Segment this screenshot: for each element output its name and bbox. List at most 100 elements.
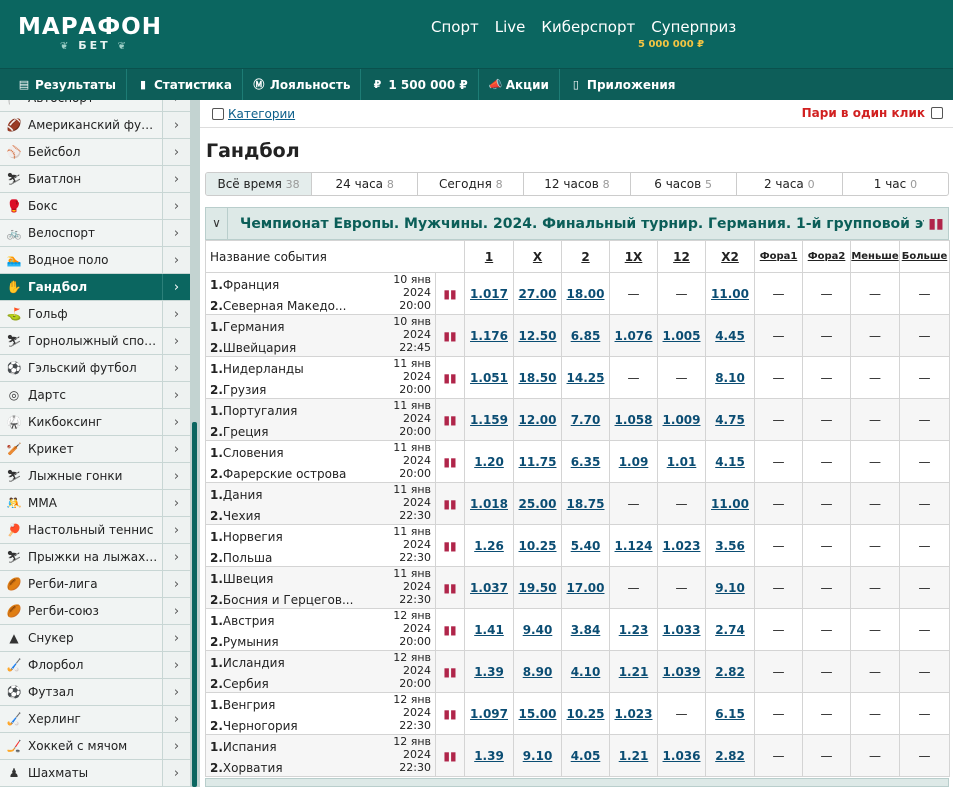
odds-cell[interactable]: 1.21 [609,650,659,693]
sidebar-item-handball[interactable]: ✋ Гандбол › [0,274,190,301]
stats-icon[interactable]: ▮▮ [434,650,466,693]
chevron-right-icon[interactable]: › [162,301,190,327]
odds-value[interactable]: 1.009 [663,413,701,427]
sidebar-item-darts[interactable]: ◎ Дартс › [0,382,190,409]
sidebar-item-baseball[interactable]: ⚾ Бейсбол › [0,139,190,166]
odds-cell[interactable]: 17.00 [561,566,611,609]
odds-cell[interactable]: 1.009 [657,398,707,441]
odds-value[interactable]: 9.10 [523,749,553,763]
odds-value[interactable]: 1.039 [663,665,701,679]
time-filter-tab[interactable]: 6 часов 5 [631,173,737,195]
event-name-cell[interactable]: 1.Германия 2.Швейцария 10 янв 2024 22:45 [205,314,436,357]
odds-value[interactable]: 1.21 [619,665,649,679]
odds-cell[interactable]: 9.40 [513,608,563,651]
odds-value[interactable]: 1.058 [615,413,653,427]
stats-icon[interactable]: ▮▮ [434,440,466,483]
time-filter-tab[interactable]: Сегодня 8 [418,173,525,195]
odds-value[interactable]: 3.56 [715,539,745,553]
sidebar-item-waterpolo[interactable]: 🏊 Водное поло › [0,247,190,274]
chevron-right-icon[interactable]: › [162,382,190,408]
odds-value[interactable]: 1.023 [663,539,701,553]
odds-value[interactable]: 1.033 [663,623,701,637]
odds-cell[interactable]: 19.50 [513,566,563,609]
odds-value[interactable]: 12.50 [519,329,557,343]
odds-cell[interactable]: 1.023 [609,692,659,735]
odds-cell[interactable]: 1.023 [657,524,707,567]
odds-value[interactable]: 4.15 [715,455,745,469]
odds-value[interactable]: 6.85 [571,329,601,343]
odds-cell[interactable]: 14.25 [561,356,611,399]
chevron-right-icon[interactable]: › [162,139,190,165]
nav-superprize[interactable]: Суперприз [651,18,736,36]
sidebar-item-skiing[interactable]: ⛷ Лыжные гонки › [0,463,190,490]
sidebar-item-floorball[interactable]: 🏑 Флорбол › [0,652,190,679]
odds-value[interactable]: 2.82 [715,665,745,679]
time-filter-tab[interactable]: 1 час 0 [843,173,948,195]
odds-value[interactable]: 1.051 [470,371,508,385]
odds-cell[interactable]: 12.50 [513,314,563,357]
one-click-checkbox[interactable] [931,107,943,119]
sidebar-item-kickboxing[interactable]: 🥋 Кикбоксинг › [0,409,190,436]
subnav-item-5[interactable]: ▯ Приложения [570,78,676,92]
odds-cell[interactable]: 1.01 [657,440,707,483]
odds-cell[interactable]: 1.20 [464,440,515,483]
odds-cell[interactable]: 4.45 [705,314,756,357]
event-name-cell[interactable]: 1.Португалия 2.Греция 11 янв 2024 20:00 [205,398,436,441]
odds-cell[interactable]: 12.00 [513,398,563,441]
stats-icon[interactable]: ▮▮ [434,272,466,315]
odds-cell[interactable]: 10.25 [561,692,611,735]
chevron-right-icon[interactable]: › [162,760,190,786]
stats-icon[interactable]: ▮▮ [434,608,466,651]
sidebar-item-hurling[interactable]: 🏑 Херлинг › [0,706,190,733]
odds-value[interactable]: 18.50 [519,371,557,385]
odds-cell[interactable]: 1.033 [657,608,707,651]
chevron-right-icon[interactable]: › [162,706,190,732]
stats-icon[interactable]: ▮▮ [434,566,466,609]
chevron-right-icon[interactable]: › [162,544,190,570]
chevron-right-icon[interactable]: › [162,517,190,543]
odds-cell[interactable]: 1.005 [657,314,707,357]
scrollbar-thumb[interactable] [192,422,197,787]
odds-cell[interactable]: 6.85 [561,314,611,357]
sidebar-item-gaelic[interactable]: ⚽ Гэльский футбол › [0,355,190,382]
chevron-right-icon[interactable]: › [162,100,190,111]
odds-cell[interactable]: 1.23 [609,608,659,651]
odds-value[interactable]: 1.23 [619,623,649,637]
odds-value[interactable]: 8.10 [715,371,745,385]
chevron-down-icon[interactable]: ∨ [206,208,228,239]
time-filter-tab[interactable]: 24 часа 8 [312,173,419,195]
chevron-right-icon[interactable]: › [162,355,190,381]
odds-cell[interactable]: 1.124 [609,524,659,567]
odds-cell[interactable]: 1.26 [464,524,515,567]
odds-value[interactable]: 18.00 [567,287,605,301]
chevron-right-icon[interactable]: › [162,274,190,300]
odds-cell[interactable]: 1.037 [464,566,515,609]
odds-value[interactable]: 10.25 [567,707,605,721]
event-name-cell[interactable]: 1.Австрия 2.Румыния 12 янв 2024 20:00 [205,608,436,651]
odds-value[interactable]: 10.25 [519,539,557,553]
odds-cell[interactable]: 7.70 [561,398,611,441]
event-name-cell[interactable]: 1.Словения 2.Фарерские острова 11 янв 2024 2… [205,440,436,483]
odds-value[interactable]: 27.00 [519,287,557,301]
event-name-cell[interactable]: 1.Франция 2.Северная Македо... 10 янв 2024 2… [205,272,436,315]
odds-cell[interactable]: 27.00 [513,272,563,315]
odds-cell[interactable]: 1.39 [464,734,515,777]
odds-value[interactable]: 5.40 [571,539,601,553]
odds-value[interactable]: 1.023 [615,707,653,721]
time-filter-tab[interactable]: 12 часов 8 [524,173,631,195]
odds-cell[interactable]: 18.75 [561,482,611,525]
odds-cell[interactable]: 5.40 [561,524,611,567]
odds-value[interactable]: 1.005 [663,329,701,343]
chevron-right-icon[interactable]: › [162,166,190,192]
chevron-right-icon[interactable]: › [162,652,190,678]
odds-cell[interactable]: 11.75 [513,440,563,483]
odds-cell[interactable]: 2.82 [705,734,756,777]
odds-cell[interactable]: 1.039 [657,650,707,693]
odds-cell[interactable]: 11.00 [705,482,756,525]
stats-icon[interactable]: ▮▮ [434,482,466,525]
chevron-right-icon[interactable]: › [162,247,190,273]
odds-value[interactable]: 1.124 [615,539,653,553]
odds-value[interactable]: 14.25 [567,371,605,385]
event-name-cell[interactable]: 1.Венгрия 2.Черногория 12 янв 2024 22:30 [205,692,436,735]
logo[interactable]: МАРАФОН ❦ БЕТ ❦ [18,14,162,53]
